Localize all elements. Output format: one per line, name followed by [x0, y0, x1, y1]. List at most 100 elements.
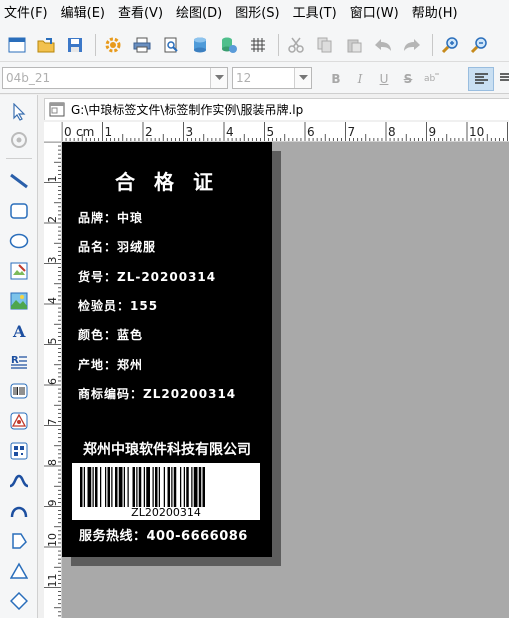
font-name-dropdown-button[interactable]: [210, 68, 227, 88]
document-window-icon: [49, 102, 65, 117]
rectangle-tool[interactable]: [7, 199, 31, 223]
label-company-name[interactable]: 郑州中琅软件科技有限公司: [62, 439, 272, 459]
rotate-tool[interactable]: [7, 128, 31, 152]
label-row-item-number[interactable]: 货号：ZL-20200314: [78, 268, 216, 285]
barcode-bar: [183, 467, 185, 507]
bold-button[interactable]: B: [326, 70, 346, 88]
diamond-tool[interactable]: [7, 589, 31, 613]
zoom-in-icon: [441, 36, 458, 53]
ellipse-tool[interactable]: [7, 229, 31, 253]
barcode-tool[interactable]: [7, 379, 31, 403]
text-tool[interactable]: A: [7, 319, 31, 343]
cut-button[interactable]: [285, 34, 307, 56]
menu-file[interactable]: 文件(F): [4, 0, 48, 28]
ruler-label: 7: [348, 125, 356, 139]
arc-tool[interactable]: [7, 499, 31, 523]
menu-window[interactable]: 窗口(W): [350, 0, 399, 28]
database-icon: [194, 37, 206, 52]
ruler-label: 4: [226, 125, 234, 139]
tool-palette: A R: [0, 95, 38, 618]
barcode-bar: [83, 467, 85, 507]
grid-button[interactable]: [247, 34, 269, 56]
barcode-bars: [80, 467, 205, 507]
document-tab[interactable]: G:\中琅标签文件\标签制作实例\服装吊牌.lp: [44, 98, 509, 120]
ruler-label: 3: [46, 257, 59, 264]
barcode-bar: [180, 467, 182, 507]
label-row-brand[interactable]: 品牌：中琅: [78, 209, 143, 226]
polygon-icon: [12, 533, 27, 549]
diamond-icon: [10, 592, 28, 610]
zoom-in-button[interactable]: [439, 34, 461, 56]
label-row-inspector[interactable]: 检验员：155: [78, 297, 158, 314]
open-button[interactable]: [35, 34, 57, 56]
settings-button[interactable]: [102, 34, 124, 56]
redo-button[interactable]: [401, 34, 423, 56]
barcode-bar: [80, 467, 83, 507]
font-name-select[interactable]: 04b_21: [2, 67, 228, 89]
text-effect-button[interactable]: ab: [422, 70, 442, 88]
italic-button[interactable]: I: [350, 70, 370, 88]
horizontal-ruler: 0 1 2 3 4 5 6 7 8 9 10 cm: [62, 122, 509, 142]
design-canvas[interactable]: 合 格 证 品牌：中琅 品名：羽绒服 货号：ZL-20200314 检验员：15…: [62, 142, 509, 618]
copy-button[interactable]: [314, 34, 336, 56]
menu-help[interactable]: 帮助(H): [412, 0, 458, 28]
menu-shape[interactable]: 图形(S): [235, 0, 279, 28]
ruler-label: 11: [46, 574, 59, 588]
hang-tag-label[interactable]: 合 格 证 品牌：中琅 品名：羽绒服 货号：ZL-20200314 检验员：15…: [62, 142, 272, 557]
select-tool[interactable]: [7, 100, 31, 124]
rectangle-icon: [10, 203, 28, 219]
polygon-tool[interactable]: [7, 529, 31, 553]
barcode-bar: [118, 467, 123, 507]
rich-text-tool[interactable]: R: [7, 349, 31, 373]
print-preview-icon: [164, 37, 178, 52]
undo-button[interactable]: [372, 34, 394, 56]
shape-tool[interactable]: [7, 409, 31, 433]
paste-button[interactable]: [343, 34, 365, 56]
ruler-label: 7: [46, 419, 59, 426]
qrcode-icon: [10, 442, 28, 460]
menu-draw[interactable]: 绘图(D): [176, 0, 222, 28]
font-size-value: 12: [236, 71, 252, 85]
label-title[interactable]: 合 格 证: [62, 166, 272, 195]
menu-view[interactable]: 查看(V): [118, 0, 163, 28]
print-preview-button[interactable]: [160, 34, 182, 56]
curve-tool[interactable]: [7, 469, 31, 493]
label-row-color[interactable]: 颜色：蓝色: [78, 326, 143, 343]
align-center-button[interactable]: [498, 67, 509, 91]
triangle-tool[interactable]: [7, 559, 31, 583]
barcode[interactable]: ZL20200314: [72, 463, 260, 520]
label-hotline[interactable]: 服务热线：400-6666086: [79, 525, 248, 544]
barcode-bar: [132, 467, 135, 507]
settings-icon: [105, 37, 121, 52]
label-row-product-name[interactable]: 品名：羽绒服: [78, 238, 156, 255]
toolbar-separator: [95, 33, 96, 56]
label-row-trademark-code[interactable]: 商标编码：ZL20200314: [78, 385, 236, 402]
font-size-dropdown-button[interactable]: [294, 68, 311, 88]
new-window-button[interactable]: [6, 34, 28, 56]
database-settings-button[interactable]: [218, 34, 240, 56]
menu-tools[interactable]: 工具(T): [293, 0, 337, 28]
ruler-label: 0: [64, 125, 72, 139]
save-icon: [68, 37, 82, 52]
image-edit-tool[interactable]: [7, 259, 31, 283]
menu-edit[interactable]: 编辑(E): [61, 0, 105, 28]
picture-tool[interactable]: [7, 289, 31, 313]
barcode-bar: [191, 467, 193, 507]
barcode-bar: [163, 467, 165, 507]
document-path: G:\中琅标签文件\标签制作实例\服装吊牌.lp: [71, 103, 304, 117]
line-tool[interactable]: [7, 169, 31, 193]
strikethrough-button[interactable]: S: [398, 70, 418, 88]
ruler-label: 10: [46, 533, 59, 547]
underline-button[interactable]: U: [374, 70, 394, 88]
align-left-button[interactable]: [468, 67, 494, 91]
print-button[interactable]: [131, 34, 153, 56]
redo-icon: [404, 38, 420, 51]
pointer-icon: [13, 103, 26, 121]
label-row-origin[interactable]: 产地：郑州: [78, 356, 143, 373]
font-size-select[interactable]: 12: [232, 67, 312, 89]
barcode-bar: [111, 467, 113, 507]
save-button[interactable]: [64, 34, 86, 56]
zoom-out-button[interactable]: [468, 34, 490, 56]
qrcode-tool[interactable]: [7, 439, 31, 463]
database-button[interactable]: [189, 34, 211, 56]
